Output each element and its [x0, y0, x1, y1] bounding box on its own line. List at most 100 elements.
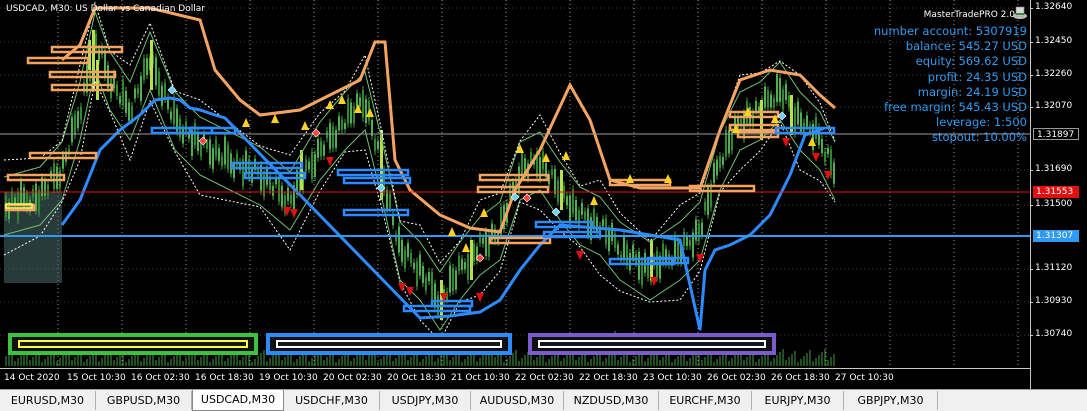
candle-body	[74, 114, 76, 136]
price-tick: 1.31120	[1029, 263, 1073, 273]
candle-body	[638, 251, 640, 280]
candle-body	[716, 159, 718, 176]
time-tick: 23 Oct 10:30	[643, 373, 702, 383]
candle-body	[788, 95, 790, 108]
candle-body	[158, 71, 160, 96]
candle-body	[71, 117, 73, 143]
candle-body	[221, 156, 223, 166]
time-tick: 27 Oct 10:30	[835, 373, 894, 383]
signal-diamond	[311, 128, 321, 138]
tab-gbpusd[interactable]: GBPUSD,M30	[96, 391, 192, 410]
candle-body	[134, 88, 136, 99]
candle-body	[227, 145, 229, 169]
candle-body	[764, 86, 766, 108]
candle-body	[683, 232, 685, 246]
candle-body	[209, 139, 211, 165]
candle-body	[455, 270, 457, 290]
candle-body	[806, 115, 808, 127]
expert-advisor-hat-icon[interactable]	[1012, 4, 1028, 22]
candle-body	[485, 231, 487, 256]
candle-body	[449, 265, 451, 293]
candle-body	[584, 211, 586, 220]
candle-body	[32, 188, 34, 197]
candle-body	[212, 148, 214, 169]
candle-body	[554, 169, 556, 194]
tab-usdchf[interactable]: USDCHF,M30	[284, 391, 380, 410]
sell-arrow	[576, 251, 584, 260]
candle-body	[398, 226, 400, 253]
bid-price-tag: 1.31897	[1033, 128, 1079, 140]
tab-eurjpy[interactable]: EURJPY,M30	[752, 391, 844, 410]
candle-body	[425, 277, 427, 291]
candle-body	[428, 272, 430, 281]
candle-body	[251, 167, 253, 183]
tab-eurchf[interactable]: EURCHF,M30	[659, 391, 752, 410]
candle-body	[410, 253, 412, 263]
candle-body	[827, 148, 829, 154]
time-tick: 16 Oct 02:30	[131, 373, 190, 383]
support-zone	[336, 168, 410, 177]
buy-arrow	[626, 174, 634, 183]
status-box-blue[interactable]	[266, 333, 512, 355]
price-axis[interactable]: 1.32640 1.32450 1.32260 1.32070 1.31897 …	[1029, 0, 1087, 389]
candle-body	[833, 162, 835, 184]
tab-gbpjpy[interactable]: GBPJPY,M30	[844, 391, 938, 410]
status-box-green[interactable]	[8, 333, 258, 355]
candle-body	[335, 129, 337, 148]
candle-body	[389, 193, 391, 209]
candle-body	[386, 190, 388, 209]
candle-body	[374, 139, 376, 151]
account-balance: balance: 545.27 USD	[905, 39, 1027, 54]
tab-usdcad[interactable]: USDCAD,M30	[192, 390, 284, 411]
time-tick: 22 Oct 02:30	[515, 373, 574, 383]
candle-body	[365, 99, 367, 123]
time-tick: 26 Oct 02:30	[707, 373, 766, 383]
candle-body	[300, 150, 303, 190]
candle-body	[359, 97, 361, 107]
time-tick: 16 Oct 18:30	[195, 373, 254, 383]
signal-diamond	[167, 85, 177, 95]
buy-arrow	[366, 108, 374, 117]
candle-body	[473, 243, 475, 262]
tab-usdjpy[interactable]: USDJPY,M30	[380, 391, 471, 410]
candle-body	[461, 259, 463, 270]
candle-body	[785, 84, 787, 100]
candle-body	[266, 166, 268, 185]
candle-body	[308, 161, 310, 170]
candle-body	[665, 248, 667, 264]
symbol-tab-bar: EURUSD,M30 GBPUSD,M30 USDCAD,M30 USDCHF,…	[0, 389, 1087, 411]
candle-body	[611, 223, 613, 241]
tab-audusd[interactable]: AUDUSD,M30	[471, 391, 564, 410]
candle-body	[623, 235, 625, 261]
candle-body	[767, 90, 769, 108]
candle-body	[431, 272, 433, 300]
candle-body	[551, 169, 553, 175]
candle-body	[422, 266, 424, 283]
candle-body	[593, 208, 595, 228]
time-axis[interactable]: 14 Oct 2020 15 Oct 10:30 16 Oct 02:30 16…	[0, 368, 1030, 389]
candle-body	[404, 250, 406, 268]
candle-body	[521, 152, 523, 176]
time-tick: 20 Oct 18:30	[387, 373, 446, 383]
candle-body	[323, 144, 325, 156]
status-box-purple[interactable]	[528, 333, 776, 355]
candle-body	[569, 195, 571, 224]
tab-eurusd[interactable]: EURUSD,M30	[0, 391, 96, 410]
candle-body	[170, 111, 172, 120]
candle-body	[401, 240, 403, 262]
candle-body	[150, 40, 153, 90]
support-zone	[342, 176, 412, 185]
candle-body	[452, 268, 454, 291]
candle-body	[122, 79, 124, 106]
buy-arrow	[808, 137, 816, 146]
candle-body	[338, 116, 340, 131]
tab-nzdusd[interactable]: NZDUSD,M30	[564, 391, 659, 410]
candle-body	[689, 240, 691, 246]
time-tick: 22 Oct 18:30	[579, 373, 638, 383]
chart-window[interactable]: USDCAD, M30: US Dollar vs Canadian Dolla…	[0, 0, 1087, 389]
sell-arrow	[290, 209, 298, 218]
candle-body	[821, 139, 823, 153]
signal-arrows	[167, 85, 832, 302]
candle-body	[329, 123, 331, 149]
candle-body	[155, 57, 157, 86]
